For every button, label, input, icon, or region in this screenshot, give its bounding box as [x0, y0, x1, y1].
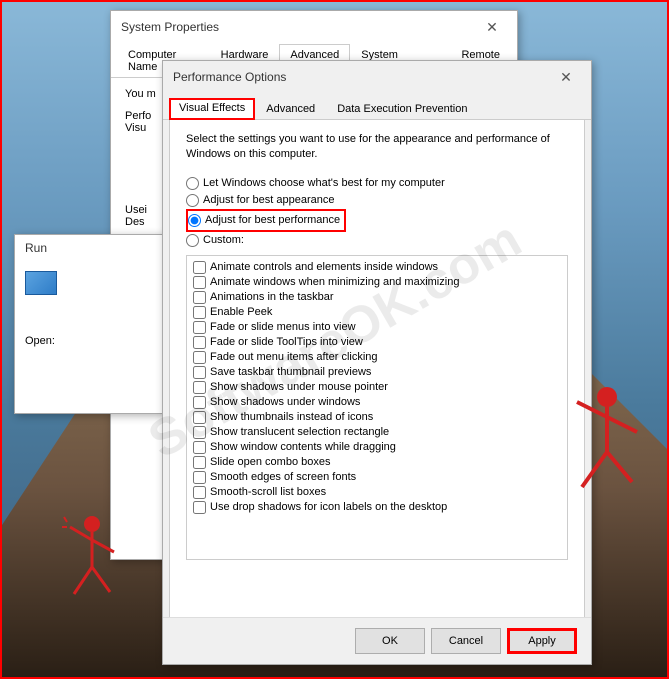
check-label: Show window contents while dragging: [210, 441, 396, 453]
radio-label: Adjust for best appearance: [203, 194, 334, 206]
checkbox-input[interactable]: [193, 351, 206, 364]
run-program-icon: [25, 271, 57, 295]
perfopts-titlebar[interactable]: Performance Options ✕: [163, 61, 591, 93]
radio-input[interactable]: [186, 234, 199, 247]
close-icon[interactable]: ✕: [551, 67, 581, 87]
check-label: Save taskbar thumbnail previews: [210, 366, 371, 378]
tab-advanced-perf[interactable]: Advanced: [255, 98, 326, 120]
sysprops-titlebar[interactable]: System Properties ✕: [111, 11, 517, 43]
checkbox-input[interactable]: [193, 471, 206, 484]
checkbox-input[interactable]: [193, 501, 206, 514]
check-label: Show shadows under mouse pointer: [210, 381, 388, 393]
check-label: Smooth-scroll list boxes: [210, 486, 326, 498]
check-item[interactable]: Animate windows when minimizing and maxi…: [191, 275, 563, 290]
check-item[interactable]: Fade or slide ToolTips into view: [191, 335, 563, 350]
check-item[interactable]: Show translucent selection rectangle: [191, 425, 563, 440]
checkbox-input[interactable]: [193, 486, 206, 499]
check-item[interactable]: Show window contents while dragging: [191, 440, 563, 455]
checkbox-input[interactable]: [193, 261, 206, 274]
check-item[interactable]: Fade out menu items after clicking: [191, 350, 563, 365]
perfopts-radio-group: Let Windows choose what's best for my co…: [186, 175, 568, 249]
check-label: Animate windows when minimizing and maxi…: [210, 276, 459, 288]
check-label: Show translucent selection rectangle: [210, 426, 389, 438]
check-item[interactable]: Smooth edges of screen fonts: [191, 470, 563, 485]
checkbox-input[interactable]: [193, 426, 206, 439]
radio-input[interactable]: [186, 194, 199, 207]
perfopts-tabs: Visual Effects Advanced Data Execution P…: [163, 93, 591, 120]
check-label: Use drop shadows for icon labels on the …: [210, 501, 447, 513]
check-label: Fade or slide ToolTips into view: [210, 336, 363, 348]
check-label: Fade out menu items after clicking: [210, 351, 378, 363]
check-label: Animations in the taskbar: [210, 291, 334, 303]
checkbox-input[interactable]: [193, 306, 206, 319]
radio-windows-choose[interactable]: Let Windows choose what's best for my co…: [186, 175, 568, 192]
radio-best-appearance[interactable]: Adjust for best appearance: [186, 192, 568, 209]
check-label: Smooth edges of screen fonts: [210, 471, 356, 483]
check-label: Slide open combo boxes: [210, 456, 330, 468]
radio-best-performance[interactable]: Adjust for best performance: [188, 212, 340, 229]
checkbox-input[interactable]: [193, 441, 206, 454]
radio-input[interactable]: [186, 177, 199, 190]
check-item[interactable]: Show shadows under windows: [191, 395, 563, 410]
perfopts-description: Select the settings you want to use for …: [186, 132, 568, 163]
radio-label: Custom:: [203, 234, 244, 246]
perfopts-content: Select the settings you want to use for …: [169, 120, 585, 618]
check-item[interactable]: Animations in the taskbar: [191, 290, 563, 305]
apply-button[interactable]: Apply: [507, 628, 577, 654]
tab-dep[interactable]: Data Execution Prevention: [326, 98, 478, 120]
run-titlebar[interactable]: Run: [15, 235, 163, 261]
checkbox-input[interactable]: [193, 381, 206, 394]
mascot-figure-right: [567, 382, 647, 502]
sysprops-title: System Properties: [121, 20, 477, 34]
radio-label: Adjust for best performance: [205, 214, 340, 226]
check-item[interactable]: Animate controls and elements inside win…: [191, 260, 563, 275]
checkbox-input[interactable]: [193, 396, 206, 409]
run-body: Open:: [15, 261, 163, 357]
radio-label: Let Windows choose what's best for my co…: [203, 177, 445, 189]
close-icon[interactable]: ✕: [477, 17, 507, 37]
check-item[interactable]: Show thumbnails instead of icons: [191, 410, 563, 425]
perfopts-button-row: OK Cancel Apply: [163, 617, 591, 664]
check-item[interactable]: Smooth-scroll list boxes: [191, 485, 563, 500]
checkbox-input[interactable]: [193, 411, 206, 424]
check-label: Enable Peek: [210, 306, 272, 318]
checkbox-input[interactable]: [193, 321, 206, 334]
radio-input[interactable]: [188, 214, 201, 227]
check-item[interactable]: Save taskbar thumbnail previews: [191, 365, 563, 380]
perfopts-title: Performance Options: [173, 70, 551, 84]
visual-effects-checklist[interactable]: Animate controls and elements inside win…: [186, 255, 568, 560]
tab-visual-effects[interactable]: Visual Effects: [169, 98, 255, 120]
check-item[interactable]: Fade or slide menus into view: [191, 320, 563, 335]
check-item[interactable]: Show shadows under mouse pointer: [191, 380, 563, 395]
checkbox-input[interactable]: [193, 456, 206, 469]
check-item[interactable]: Enable Peek: [191, 305, 563, 320]
check-label: Show thumbnails instead of icons: [210, 411, 373, 423]
checkbox-input[interactable]: [193, 291, 206, 304]
check-label: Show shadows under windows: [210, 396, 360, 408]
ok-button[interactable]: OK: [355, 628, 425, 654]
cancel-button[interactable]: Cancel: [431, 628, 501, 654]
check-label: Fade or slide menus into view: [210, 321, 356, 333]
check-label: Animate controls and elements inside win…: [210, 261, 438, 273]
checkbox-input[interactable]: [193, 336, 206, 349]
check-item[interactable]: Slide open combo boxes: [191, 455, 563, 470]
run-dialog-window: Run Open:: [14, 234, 164, 414]
check-item[interactable]: Use drop shadows for icon labels on the …: [191, 500, 563, 515]
run-title: Run: [25, 241, 153, 255]
performance-options-window: Performance Options ✕ Visual Effects Adv…: [162, 60, 592, 665]
checkbox-input[interactable]: [193, 366, 206, 379]
checkbox-input[interactable]: [193, 276, 206, 289]
mascot-figure-left: [62, 512, 122, 602]
run-open-label: Open:: [25, 335, 153, 347]
radio-custom[interactable]: Custom:: [186, 232, 568, 249]
